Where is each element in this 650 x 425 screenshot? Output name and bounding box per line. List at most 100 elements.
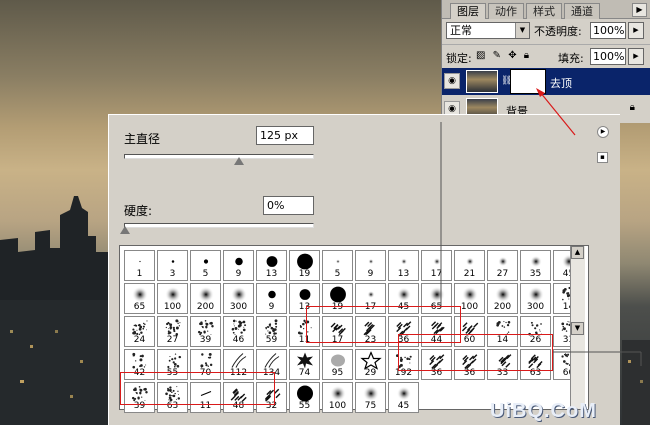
- opacity-slider-arrow-icon[interactable]: ▶: [628, 22, 644, 39]
- master-diameter-input[interactable]: 125 px: [256, 126, 314, 145]
- brush-preset-cell[interactable]: 23: [355, 316, 386, 347]
- brush-preset-cell[interactable]: 5: [190, 250, 221, 281]
- blend-mode-value: 正常: [450, 24, 472, 37]
- brush-preset-cell[interactable]: 26: [520, 316, 551, 347]
- brush-size-label: 42: [133, 368, 146, 378]
- brush-preset-cell[interactable]: 13: [289, 283, 320, 314]
- panel-menu-arrow-icon[interactable]: ▶: [632, 3, 647, 17]
- brush-preset-cell[interactable]: 33: [487, 349, 518, 380]
- brush-preset-cell[interactable]: 5: [322, 250, 353, 281]
- hardness-label: 硬度:: [124, 204, 153, 218]
- brush-preset-cell[interactable]: 27: [487, 250, 518, 281]
- brush-preset-cell[interactable]: 17: [322, 316, 353, 347]
- brush-preset-cell[interactable]: 70: [190, 349, 221, 380]
- lock-move-icon[interactable]: ✥: [508, 50, 518, 61]
- brush-preset-cell[interactable]: 100: [157, 283, 188, 314]
- slider-knob[interactable]: [234, 157, 244, 165]
- brush-preset-cell[interactable]: 14: [487, 316, 518, 347]
- tab-layers[interactable]: 图层: [450, 3, 486, 19]
- brush-preset-cell[interactable]: 100: [454, 283, 485, 314]
- brush-preset-cell[interactable]: 36: [388, 316, 419, 347]
- brush-preset-cell[interactable]: 134: [256, 349, 287, 380]
- slider-knob[interactable]: [120, 226, 130, 234]
- brush-preset-cell[interactable]: 35: [520, 250, 551, 281]
- blend-mode-select[interactable]: 正常 ▼: [446, 22, 530, 39]
- brush-size-label: 23: [364, 335, 377, 345]
- brush-preset-cell[interactable]: 45: [388, 283, 419, 314]
- scroll-down-icon[interactable]: ▼: [571, 322, 584, 335]
- brush-preset-cell[interactable]: 36: [421, 349, 452, 380]
- brush-preset-cell[interactable]: 39: [124, 382, 155, 413]
- tab-channels[interactable]: 通道: [564, 3, 600, 19]
- lock-transparency-icon[interactable]: ▨: [476, 50, 487, 61]
- brush-preset-cell[interactable]: 200: [190, 283, 221, 314]
- tab-actions[interactable]: 动作: [488, 3, 524, 19]
- brush-preset-cell[interactable]: 27: [157, 316, 188, 347]
- brush-preset-cell[interactable]: 300: [520, 283, 551, 314]
- brush-preset-cell[interactable]: 9: [256, 283, 287, 314]
- brush-preset-cell[interactable]: 100: [322, 382, 353, 413]
- brush-preset-cell[interactable]: 13: [388, 250, 419, 281]
- brush-preset-cell[interactable]: 65: [421, 283, 452, 314]
- brush-preset-cell[interactable]: 63: [157, 382, 188, 413]
- hardness-slider[interactable]: [120, 223, 314, 234]
- opacity-input[interactable]: 100%: [590, 22, 626, 39]
- brush-size-label: 36: [463, 368, 476, 378]
- brush-size-label: 9: [268, 302, 275, 312]
- brush-preset-cell[interactable]: 19: [289, 250, 320, 281]
- hardness-input[interactable]: 0%: [263, 196, 314, 215]
- scroll-up-icon[interactable]: ▲: [571, 246, 584, 259]
- chevron-down-icon[interactable]: ▼: [515, 23, 529, 38]
- brush-preset-cell[interactable]: 11: [190, 382, 221, 413]
- fill-slider-arrow-icon[interactable]: ▶: [628, 48, 644, 65]
- brush-preset-cell[interactable]: 45: [388, 382, 419, 413]
- brush-preset-cell[interactable]: 11: [289, 316, 320, 347]
- brush-preset-cell[interactable]: 112: [223, 349, 254, 380]
- brush-preset-cell[interactable]: 192: [388, 349, 419, 380]
- brush-preset-cell[interactable]: 46: [223, 316, 254, 347]
- link-chain-icon[interactable]: ⛓: [501, 76, 512, 88]
- brush-preset-cell[interactable]: 44: [421, 316, 452, 347]
- brush-preset-cell[interactable]: 17: [355, 283, 386, 314]
- brush-preset-cell[interactable]: 9: [355, 250, 386, 281]
- diameter-slider[interactable]: [124, 154, 314, 165]
- brush-preset-cell[interactable]: 36: [454, 349, 485, 380]
- new-preset-icon[interactable]: ▪: [597, 152, 608, 163]
- brush-preset-cell[interactable]: 300: [223, 283, 254, 314]
- brush-preset-cell[interactable]: 65: [124, 283, 155, 314]
- brush-preset-cell[interactable]: 74: [289, 349, 320, 380]
- brush-preset-cell[interactable]: 42: [124, 349, 155, 380]
- tab-styles[interactable]: 样式: [526, 3, 562, 19]
- brush-preset-cell[interactable]: 32: [256, 382, 287, 413]
- opacity-label: 不透明度:: [534, 25, 582, 38]
- layer-row-selected[interactable]: ◉ ⛓ 去顶: [442, 68, 650, 95]
- brush-preset-cell[interactable]: 55: [157, 349, 188, 380]
- layer-mask-thumbnail[interactable]: [510, 69, 546, 94]
- lock-all-icon[interactable]: 🔒︎: [524, 50, 531, 61]
- brush-preset-cell[interactable]: 39: [190, 316, 221, 347]
- brush-preset-cell[interactable]: 21: [454, 250, 485, 281]
- brush-preset-cell[interactable]: 48: [223, 382, 254, 413]
- brush-preset-cell[interactable]: 24: [124, 316, 155, 347]
- brush-preset-cell[interactable]: 19: [322, 283, 353, 314]
- picker-menu-icon[interactable]: ▶: [597, 126, 609, 138]
- brush-size-label: 200: [493, 302, 512, 312]
- brush-preset-cell[interactable]: 200: [487, 283, 518, 314]
- eye-icon[interactable]: ◉: [444, 73, 460, 89]
- brush-preset-cell[interactable]: 60: [454, 316, 485, 347]
- brush-preset-cell[interactable]: 3: [157, 250, 188, 281]
- brush-preset-cell[interactable]: 9: [223, 250, 254, 281]
- layers-panel: 图层 动作 样式 通道 ▶ 正常 ▼ 不透明度: 100% ▶ 锁定: ▨ ✎ …: [441, 0, 650, 123]
- brush-preset-cell[interactable]: 95: [322, 349, 353, 380]
- brush-preset-cell[interactable]: 17: [421, 250, 452, 281]
- lock-brush-icon[interactable]: ✎: [493, 50, 503, 61]
- brush-preset-cell[interactable]: 55: [289, 382, 320, 413]
- brush-preset-cell[interactable]: 29: [355, 349, 386, 380]
- brush-preset-cell[interactable]: 63: [520, 349, 551, 380]
- brush-preset-cell[interactable]: 75: [355, 382, 386, 413]
- fill-input[interactable]: 100%: [590, 48, 626, 65]
- brush-preset-cell[interactable]: 1: [124, 250, 155, 281]
- grid-scrollbar[interactable]: ▲ ▼: [570, 246, 585, 409]
- brush-preset-cell[interactable]: 13: [256, 250, 287, 281]
- brush-preset-cell[interactable]: 59: [256, 316, 287, 347]
